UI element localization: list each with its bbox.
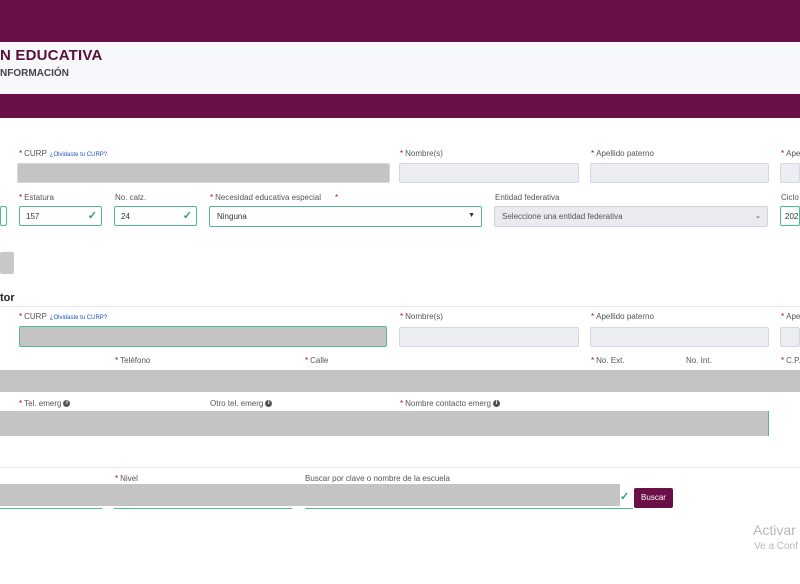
calle-label: * Calle [305,356,329,365]
forgot-curp-link[interactable]: ¿Olvidaste tu CURP? [50,152,107,158]
tutor-apellido-paterno-input[interactable] [590,327,769,347]
buscar-label: Buscar por clave o nombre de la escuela [305,474,450,483]
tutor-apellido-materno-input[interactable] [780,327,800,347]
curp-input[interactable] [17,163,390,183]
title-panel [0,42,800,94]
curp-label: * CURP ¿Olvidaste tu CURP? [19,149,108,158]
activation-watermark-subtitle: Ve a Conf [754,541,798,552]
check-icon: ✓ [182,210,192,222]
entidad-label: Entidad federativa [495,193,560,202]
estatura-input[interactable]: 157 ✓ [19,206,102,226]
tutor-apellido-paterno-label: * Apellido paterno [591,312,654,321]
chevron-down-icon: ⌄ [755,213,761,220]
tutor-curp-label: * CURP ¿Olvidaste tu CURP? [19,312,108,321]
nombre-input[interactable] [399,163,579,183]
ciclo-label: Ciclo [781,193,799,202]
top-banner [0,0,800,42]
school-fields-redacted [0,484,620,506]
info-icon: i [63,400,71,408]
entidad-select[interactable]: Seleccione una entidad federativa ⌄ [494,206,768,227]
no-calz-label: No. calz. [115,193,147,202]
address-fields-redacted[interactable] [0,370,800,392]
info-icon: i [265,400,273,408]
partial-left-input[interactable] [0,206,7,226]
tutor-apellido-materno-label: * Ape [781,312,800,321]
no-ext-label: * No. Ext. [591,356,625,365]
forgot-curp-link[interactable]: ¿Olvidaste tu CURP? [50,315,107,321]
page-title: N EDUCATIVA [0,47,103,64]
apellido-paterno-label: * Apellido paterno [591,149,654,158]
emergency-fields-redacted[interactable] [0,411,769,436]
divider [0,306,800,307]
divider [0,467,800,468]
activation-watermark-title: Activar [753,522,796,538]
buscar-button[interactable]: Buscar [634,488,673,508]
nombre-label: * Nombre(s) [400,149,443,158]
apellido-materno-label: * Ape [781,149,800,158]
section-band [0,94,800,118]
check-icon: ✓ [87,210,97,222]
necesidad-select[interactable]: Ninguna ▼ [209,206,482,227]
necesidad-label: * Necesidad educativa especial * [210,193,339,202]
cp-label: * C.P. [781,356,800,365]
apellido-paterno-input[interactable] [590,163,769,183]
ciclo-input[interactable]: 202 [780,206,800,226]
apellido-materno-input[interactable] [780,163,800,183]
partial-button[interactable] [0,252,14,274]
tutor-nombre-input[interactable] [399,327,579,347]
tel-emerg-label: * Tel. emerg i [19,399,71,408]
tutor-nombre-label: * Nombre(s) [400,312,443,321]
info-icon: i [492,400,500,408]
page-subtitle: NFORMACIÓN [0,68,69,79]
caret-down-icon: ▼ [468,212,475,219]
no-int-label: No. Int. [686,356,712,365]
nivel-label: * Nivel [115,474,138,483]
estatura-label: * Estatura [19,193,54,202]
check-icon: ✓ [620,491,630,503]
otro-tel-emerg-label: Otro tel. emerg i [210,399,273,408]
no-calz-input[interactable]: 24 ✓ [114,206,197,226]
tutor-curp-input[interactable] [19,326,387,347]
telefono-label: * Teléfono [115,356,151,365]
tutor-section-title: tor [0,292,15,304]
nombre-contacto-label: * Nombre contacto emerg i [400,399,500,408]
